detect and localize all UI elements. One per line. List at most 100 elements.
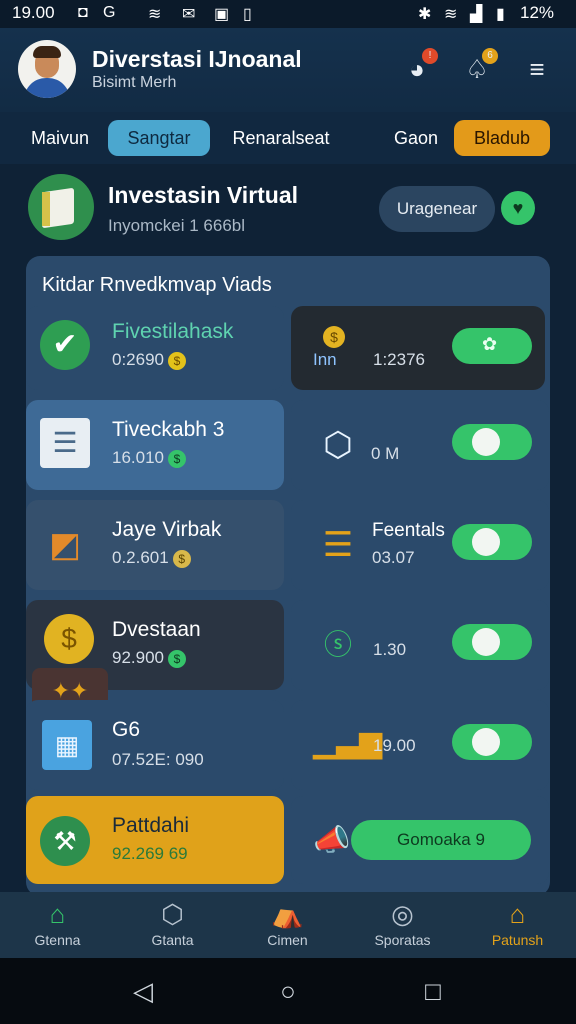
tab-bladub[interactable]: Bladub <box>454 120 550 156</box>
card-title: G6 <box>112 718 141 741</box>
home-icon: ⌂ <box>49 899 66 929</box>
action-button[interactable]: Gomoaka 9 <box>351 820 531 860</box>
list-item[interactable]: ✔ Fivestilahask 0:2690 $ <box>26 306 284 390</box>
panel-title: Kitdar Rnvedkmvap Viads <box>42 274 272 296</box>
list-item[interactable]: ▁▃▆ 19.00 <box>291 700 549 790</box>
card-title: Jaye Virbak <box>112 518 222 541</box>
toggle-switch[interactable] <box>452 624 532 660</box>
bell-badge: 6 <box>482 48 498 64</box>
card-value: 16.010 $ <box>112 448 186 468</box>
tab-sangtar[interactable]: Sangtar <box>108 120 210 156</box>
stack-icon: ☰ <box>322 526 354 564</box>
nav-label: Gtanta <box>151 932 194 948</box>
signal-icon: ▟ <box>470 6 483 23</box>
system-nav-bar: ◁ ○ □ <box>0 958 576 1024</box>
back-icon[interactable]: ◁ <box>128 976 158 1006</box>
card-value: 92.900 $ <box>112 648 186 668</box>
list-item[interactable]: 📣 Gomoaka 9 <box>291 796 549 884</box>
heart-icon[interactable]: ♥ <box>501 191 535 225</box>
bottom-nav: ⌂ Gtenna ⬡ Gtanta ⛺ Cimen ◎ Sporatas ⌂ P… <box>0 892 576 958</box>
app-header: Diverstasi IJnoanal Bisimt Merh ◕ ! ♤ 6 … <box>0 28 576 112</box>
card-value: 1.30 <box>373 640 407 659</box>
dollar-icon: ⓢ <box>323 629 352 660</box>
bell-icon[interactable]: ♤ 6 <box>458 48 498 88</box>
coin-icon: $ <box>168 351 186 370</box>
document-icon: ☰ <box>40 418 90 468</box>
tent-icon: ⛺ <box>271 899 304 929</box>
status-time: 19.00 <box>12 3 55 22</box>
list-item[interactable]: ⓢ 1.30 <box>291 600 549 690</box>
recents-icon[interactable]: □ <box>418 976 448 1006</box>
horn-icon: 📣 <box>313 824 351 857</box>
card-label: Feentals <box>372 520 445 541</box>
nav-label: Gtenna <box>34 932 81 948</box>
toggle-switch[interactable]: ✿ <box>452 328 532 364</box>
coin-icon: $ <box>172 549 191 568</box>
house-icon: ⌂ <box>509 899 526 929</box>
toggle-switch[interactable] <box>452 524 532 560</box>
nav-home[interactable]: ⌂ Gtenna <box>0 892 115 958</box>
tab-renaralseat[interactable]: Renaralseat <box>220 120 342 156</box>
header-title: Diverstasi IJnoanal <box>92 46 302 72</box>
battery-icon: ▮ <box>496 6 505 23</box>
card-title: Fivestilahask <box>112 320 234 343</box>
bluetooth-icon: ✱ <box>418 6 432 23</box>
card-title: Pattdahi <box>112 814 190 837</box>
list-item[interactable]: ▦ G6 07.52E: 090 <box>26 700 284 790</box>
list-item[interactable]: $ Inn 1:2376 ✿ <box>291 306 545 390</box>
coin-icon: $ <box>168 649 186 668</box>
tab-bar: Maivun Sangtar Renaralseat Gaon Bladub <box>0 112 576 164</box>
nav-label: Patunsh <box>491 932 544 948</box>
leaf-icon: ✿ <box>482 334 498 354</box>
nav-label: Cimen <box>267 932 308 948</box>
header-subtitle: Bisimt Merh <box>92 74 177 91</box>
list-item[interactable]: ⬡ 0 M <box>291 400 549 490</box>
card-value: 07.52E: 090 <box>112 750 204 769</box>
wifi-icon: ≋ <box>148 6 162 23</box>
chat-icon[interactable]: ◕ ! <box>398 48 438 88</box>
box-icon: ◩ <box>48 526 82 564</box>
menu-icon[interactable]: ≡ <box>518 50 556 88</box>
toggle-knob <box>472 628 500 656</box>
nav-label: Sporatas <box>374 932 431 948</box>
card-value: 92.269 69 <box>112 844 188 863</box>
profile-title: Investasin Virtual <box>108 182 299 208</box>
avatar[interactable] <box>18 40 76 98</box>
nav-house[interactable]: ⌂ Patunsh <box>460 892 575 958</box>
profile-subtitle: Inyomckei 1 666bl <box>108 216 246 235</box>
card-value: 03.07 <box>372 548 415 567</box>
list-item[interactable]: ⚒ Pattdahi 92.269 69 <box>26 796 284 884</box>
bar-chart-icon: ▁▃▆ <box>313 726 383 759</box>
home-circle-icon[interactable]: ○ <box>273 976 303 1006</box>
list-item[interactable]: ☰ Feentals 03.07 <box>291 500 549 590</box>
battery-level: 12% <box>520 3 555 22</box>
card-value: 0.2.601 $ <box>112 548 191 568</box>
toggle-knob <box>472 728 500 756</box>
card-label: Inn <box>313 350 337 369</box>
list-item[interactable]: ◩ Jaye Virbak 0.2.601 $ <box>26 500 284 590</box>
wifi-signal-icon: ≋ <box>444 6 458 23</box>
mail-icon: ✉ <box>182 6 196 23</box>
search-icon: ◎ <box>391 899 414 929</box>
toggle-knob <box>472 528 500 556</box>
toggle-switch[interactable] <box>452 424 532 460</box>
tab-gaon[interactable]: Gaon <box>388 120 444 156</box>
nav-cube[interactable]: ⬡ Gtanta <box>115 892 230 958</box>
lock-icon: ▣ <box>214 6 230 23</box>
g-icon: G <box>103 4 116 21</box>
list-item[interactable]: ☰ Tiveckabh 3 16.010 $ <box>26 400 284 490</box>
upgrade-button[interactable]: Uragenear <box>379 186 495 232</box>
nav-search[interactable]: ◎ Sporatas <box>345 892 460 958</box>
nfc-icon: ▯ <box>243 6 252 23</box>
tab-maivun[interactable]: Maivun <box>18 120 102 156</box>
list-item[interactable]: $ Dvestaan 92.900 $ ✦✦ <box>26 600 284 714</box>
tools-icon: ⚒ <box>40 816 90 866</box>
book-icon <box>28 174 94 240</box>
card-value: 1:2376 <box>373 350 425 369</box>
toggle-knob <box>472 428 500 456</box>
calendar-icon: ▦ <box>42 720 92 770</box>
nav-tent[interactable]: ⛺ Cimen <box>230 892 345 958</box>
cube-icon: ⬡ <box>323 426 353 464</box>
toggle-switch[interactable] <box>452 724 532 760</box>
card-value: 0 M <box>371 444 400 463</box>
